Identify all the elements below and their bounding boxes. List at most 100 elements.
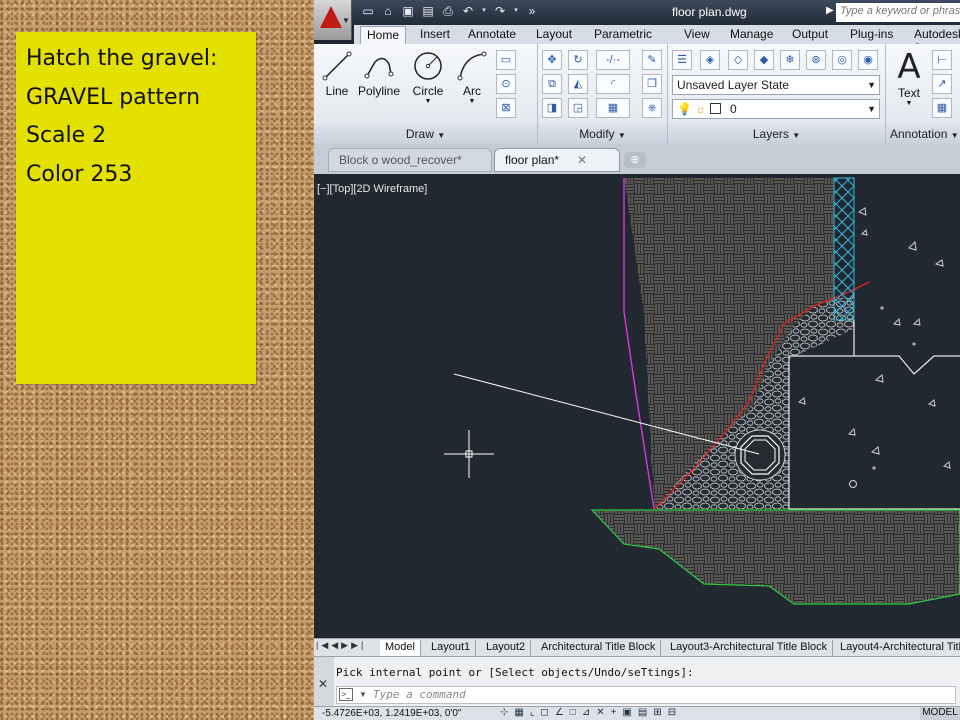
offset-icon[interactable]: ⎈ [642,98,662,118]
move-icon[interactable]: ✥ [542,50,562,70]
stretch-icon[interactable]: ◨ [542,98,562,118]
layout-nav-arrows[interactable]: |◀◀▶▶| [316,640,366,651]
drawing-canvas[interactable]: [−][Top][2D Wireframe] [314,174,960,638]
layer-properties-icon[interactable]: ☰ [672,50,692,70]
quick-access-toolbar: ▭ ⌂ ▣ ▤ ⎙ ↶ ▾ ↷ ▾ » [360,3,540,19]
plot-icon[interactable]: ⎙ [440,3,456,19]
scale-icon[interactable]: ◲ [568,98,588,118]
drafting-settings-icons[interactable]: ⊹▦⌞◻∠□⊿✕+▣▤⊞⊟ [500,707,682,718]
chevron-down-icon[interactable]: ▼ [359,690,367,699]
layer-isolate-icon[interactable]: ◆ [754,50,774,70]
note-line: GRAVEL pattern [26,84,201,110]
status-bar: -5.4726E+03, 1.2419E+03, 0'0" ⊹▦⌞◻∠□⊿✕+▣… [314,706,960,720]
more-icon[interactable]: » [524,3,540,19]
tab-manage[interactable]: Manage [724,26,779,44]
footing-hatch-area[interactable] [590,509,960,605]
viewport-controls[interactable]: [−][Top][2D Wireframe] [317,183,427,195]
chevron-down-icon[interactable]: ▼ [894,100,924,107]
layer-freeze-icon[interactable]: ❄ [780,50,800,70]
tab-output[interactable]: Output [786,26,834,44]
mirror-icon[interactable]: ◭ [568,74,588,94]
tab-layout[interactable]: Layout [530,26,578,44]
foundation-wall-outline[interactable] [788,320,960,510]
circle-tool-button[interactable]: Circle ▼ [408,50,448,105]
tab-autodesk-3[interactable]: Autodesk 3 [908,26,960,55]
layer-match-icon[interactable]: ◎ [832,50,852,70]
undo-dropdown-icon[interactable]: ▾ [480,3,488,19]
chevron-down-icon: ▼ [342,16,350,25]
autocad-logo-icon [320,6,342,28]
document-tab-block-o-wood[interactable]: Block o wood_recover* [328,148,492,172]
ribbon-tab-bar: Home Insert Annotate Layout Parametric V… [354,25,960,55]
ribbon: Line Polyline Circle ▼ Arc ▼ ▭ ⊙ ⊠ Draw … [314,44,960,144]
close-icon[interactable]: ✕ [577,153,587,167]
arc-tool-button[interactable]: Arc ▼ [454,50,490,105]
redo-dropdown-icon[interactable]: ▾ [512,3,520,19]
layer-color-swatch [709,103,721,114]
save-as-icon[interactable]: ▤ [420,3,436,19]
text-tool-button[interactable]: A Text ▼ [894,48,924,107]
layer-lock-icon[interactable]: ⊛ [806,50,826,70]
save-icon[interactable]: ▣ [400,3,416,19]
redo-icon[interactable]: ↷ [492,3,508,19]
open-icon[interactable]: ⌂ [380,3,396,19]
layout-tab-architectural-title-block[interactable]: Architectural Title Block [536,640,662,656]
layer-walk-icon[interactable]: ◉ [858,50,878,70]
erase-icon[interactable]: ✎ [642,50,662,70]
layer-off-icon[interactable]: ◇ [728,50,748,70]
column-hatch[interactable] [833,177,855,321]
tab-insert[interactable]: Insert [414,26,456,44]
document-tab-floor-plan[interactable]: floor plan* ✕ [494,148,620,172]
modify-panel-title[interactable]: Modify ▼ [538,124,667,144]
layer-state-dropdown[interactable]: Unsaved Layer State ▼ [672,75,880,95]
command-history: Pick internal point or [Select objects/U… [336,666,694,679]
tab-annotate[interactable]: Annotate [462,26,522,44]
line-tool-button[interactable]: Line [320,50,354,98]
model-space-button[interactable]: MODEL [920,707,960,720]
chevron-down-icon[interactable]: ▼ [408,98,448,105]
layout-tab-model[interactable]: Model [380,640,421,656]
rectangle-icon[interactable]: ▭ [496,50,516,70]
dimension-icon[interactable]: ⊢ [932,50,952,70]
tab-view[interactable]: View [678,26,716,44]
command-input[interactable]: Type a command [336,686,956,704]
command-prompt-icon[interactable]: >_ [339,688,353,701]
rotate-icon[interactable]: ↻ [568,50,588,70]
table-icon[interactable]: ▦ [932,98,952,118]
fillet-icon[interactable]: ◜ [596,74,630,94]
current-layer-dropdown[interactable]: 💡 ☼ 0 ▼ [672,99,880,119]
trim-icon[interactable]: -/·- [596,50,630,70]
text-icon: A [897,47,921,87]
application-menu-button[interactable]: ▼ [314,0,352,40]
new-tab-button[interactable]: ⊕ [624,152,646,168]
undo-icon[interactable]: ↶ [460,3,476,19]
layout-tab-layout1[interactable]: Layout1 [426,640,477,656]
hatch-icon[interactable]: ⊙ [496,74,516,94]
tab-parametric[interactable]: Parametric [588,26,658,44]
layer-icon[interactable]: ◈ [700,50,720,70]
drain-pipe[interactable] [734,429,786,481]
layout-tab-layout4[interactable]: Layout4-Architectural Title Block [835,640,960,656]
note-line: Color 253 [26,161,133,187]
chevron-right-icon[interactable]: ▶ [826,5,834,16]
tab-home[interactable]: Home [360,26,407,44]
text-tool-label: Text [897,86,920,100]
search-input[interactable]: Type a keyword or phrase [836,3,960,22]
leader-icon[interactable]: ↗ [932,74,952,94]
chevron-down-icon[interactable]: ▼ [454,98,490,105]
layout-tab-layout3[interactable]: Layout3-Architectural Title Block [665,640,834,656]
polyline-tool-button[interactable]: Polyline [356,50,402,98]
annotation-panel-title[interactable]: Annotation ▼ [886,124,960,144]
copy-icon[interactable]: ⧉ [542,74,562,94]
command-line: ✕ Pick internal point or [Select objects… [314,656,960,707]
array-icon[interactable]: ▦ [596,98,630,118]
layout-tab-layout2[interactable]: Layout2 [481,640,532,656]
note-line: Scale 2 [26,123,107,148]
tab-plug-ins[interactable]: Plug-ins [844,26,899,44]
explode-icon[interactable]: ❐ [642,74,662,94]
close-icon[interactable]: ✕ [318,677,328,691]
region-icon[interactable]: ⊠ [496,98,516,118]
layers-panel-title[interactable]: Layers ▼ [668,124,885,144]
new-icon[interactable]: ▭ [360,3,376,19]
draw-panel-title[interactable]: Draw ▼ [314,124,537,144]
